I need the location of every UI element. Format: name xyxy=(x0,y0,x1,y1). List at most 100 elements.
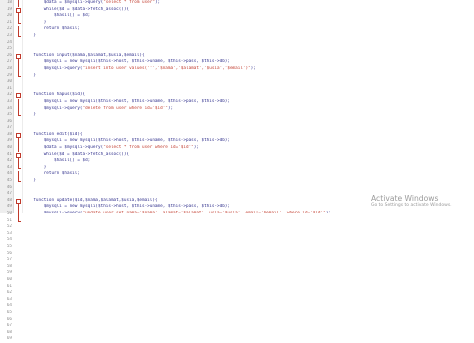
fold-marker-row xyxy=(14,251,22,258)
fold-marker-row xyxy=(14,145,22,152)
fold-marker-row xyxy=(14,231,22,238)
string-literal: "select * from user where id='$id'" xyxy=(103,145,194,151)
fold-marker-row xyxy=(14,264,22,271)
line-number: 54 xyxy=(6,237,12,243)
fold-marker-row xyxy=(14,217,22,225)
fold-guide-line xyxy=(17,59,19,66)
code-token: ); xyxy=(193,145,199,151)
fold-guide-line xyxy=(17,26,19,33)
fold-guide-line xyxy=(17,138,19,146)
line-number: 53 xyxy=(6,230,12,236)
fold-marker-row xyxy=(14,158,22,165)
fold-marker-row xyxy=(14,336,22,343)
fold-marker-row xyxy=(14,310,22,317)
line-number: 37 xyxy=(6,125,12,131)
line-number: 27 xyxy=(6,59,12,65)
fold-marker-row xyxy=(14,330,22,337)
string-literal: "update user set nama='$nama', alamat='$… xyxy=(83,211,326,213)
code-token: ); xyxy=(250,65,256,71)
code-editor[interactable]: 18 19 20 21 22 23 24 25 26 27 28 29 30 31 32 33 34 35 36 37… xyxy=(0,0,474,341)
fold-marker-row xyxy=(14,79,22,86)
code-line: $hasil[] = $d; xyxy=(23,158,91,164)
code-token: $mysqli->query( xyxy=(23,105,83,111)
line-number: 48 xyxy=(6,197,12,203)
line-number: 44 xyxy=(6,171,12,177)
fold-toggle-icon[interactable] xyxy=(16,198,21,204)
fold-marker-row xyxy=(14,125,22,132)
activate-windows-watermark: Activate Windows Go to Settings to activ… xyxy=(371,194,471,209)
fold-marker-row xyxy=(14,284,22,291)
line-number: 55 xyxy=(6,243,12,249)
line-number-gutter: 18 19 20 21 22 23 24 25 26 27 28 29 30 31 32 33 34 35 36 37… xyxy=(0,0,14,341)
line-number: 33 xyxy=(6,98,12,104)
code-line: } xyxy=(23,32,36,38)
fold-marker-row xyxy=(14,26,22,33)
fold-marker-row xyxy=(14,164,22,172)
line-number: 34 xyxy=(6,105,12,111)
fold-marker-row xyxy=(14,171,22,179)
line-number: 21 xyxy=(6,19,12,25)
fold-marker-row xyxy=(14,191,22,198)
fold-marker-row xyxy=(14,40,22,47)
fold-marker-row xyxy=(14,152,22,159)
line-number: 58 xyxy=(6,263,12,269)
fold-marker-row xyxy=(14,270,22,277)
code-line: $mysqli->query("insert into user values(… xyxy=(23,66,474,73)
fold-toggle-icon[interactable] xyxy=(16,152,21,158)
fold-guide-line xyxy=(17,98,19,106)
fold-marker-row xyxy=(14,138,22,146)
fold-marker-row xyxy=(14,317,22,324)
fold-end-marker xyxy=(17,217,22,222)
fold-marker-row xyxy=(14,244,22,251)
code-line: $mysqli->query("delete from user where i… xyxy=(23,106,474,113)
code-line: function input($nama,$alamat,$usia,$emai… xyxy=(23,52,145,58)
fold-toggle-icon[interactable] xyxy=(16,93,21,99)
fold-marker-row xyxy=(14,59,22,66)
line-number: 60 xyxy=(6,276,12,282)
fold-end-marker xyxy=(17,178,22,183)
line-number: 19 xyxy=(6,6,12,12)
line-number: 39 xyxy=(6,138,12,144)
fold-guide-line xyxy=(17,13,19,20)
code-line: $data = $mysqli->query("select * from us… xyxy=(23,145,474,152)
fold-marker-row xyxy=(14,98,22,106)
fold-marker-row xyxy=(14,72,22,80)
code-line: function hapus($id){ xyxy=(23,92,86,98)
line-number: 64 xyxy=(6,303,12,309)
code-line: $hasil[] = $d; xyxy=(23,13,91,19)
string-literal: "insert into user values(''','$nama','$a… xyxy=(82,65,251,71)
line-number: 57 xyxy=(6,257,12,263)
line-number: 23 xyxy=(6,32,12,38)
code-line: $data = $mysqli->query("select * from us… xyxy=(23,0,474,7)
fold-marker-row xyxy=(14,297,22,304)
fold-guide-line xyxy=(17,145,19,152)
line-number: 22 xyxy=(6,26,12,32)
fold-marker-row xyxy=(14,237,22,244)
fold-toggle-icon[interactable] xyxy=(16,132,21,138)
fold-marker-row xyxy=(14,224,22,231)
fold-marker-row xyxy=(14,46,22,53)
fold-margin[interactable] xyxy=(14,0,23,222)
fold-toggle-icon[interactable] xyxy=(16,53,21,59)
code-area[interactable]: $data = $mysqli->query("select * from us… xyxy=(23,0,474,213)
code-line: } xyxy=(23,112,36,118)
fold-toggle-icon[interactable] xyxy=(16,7,21,13)
code-token: ); xyxy=(154,0,161,5)
fold-marker-row xyxy=(14,13,22,20)
fold-end-marker xyxy=(17,72,22,77)
code-line: $mysqli->query("update user set nama='$n… xyxy=(23,211,474,213)
code-token: $data = $mysqli->query( xyxy=(23,145,104,151)
code-line: } xyxy=(23,72,36,78)
fold-guide-line xyxy=(17,105,19,113)
code-line: return $hasil; xyxy=(23,171,80,177)
line-number: 31 xyxy=(6,85,12,91)
code-line: function edit($id){ xyxy=(23,131,83,137)
line-number: 45 xyxy=(6,178,12,184)
line-number: 40 xyxy=(6,145,12,151)
watermark-title: Activate Windows xyxy=(371,194,439,203)
fold-guide-line xyxy=(17,158,19,165)
